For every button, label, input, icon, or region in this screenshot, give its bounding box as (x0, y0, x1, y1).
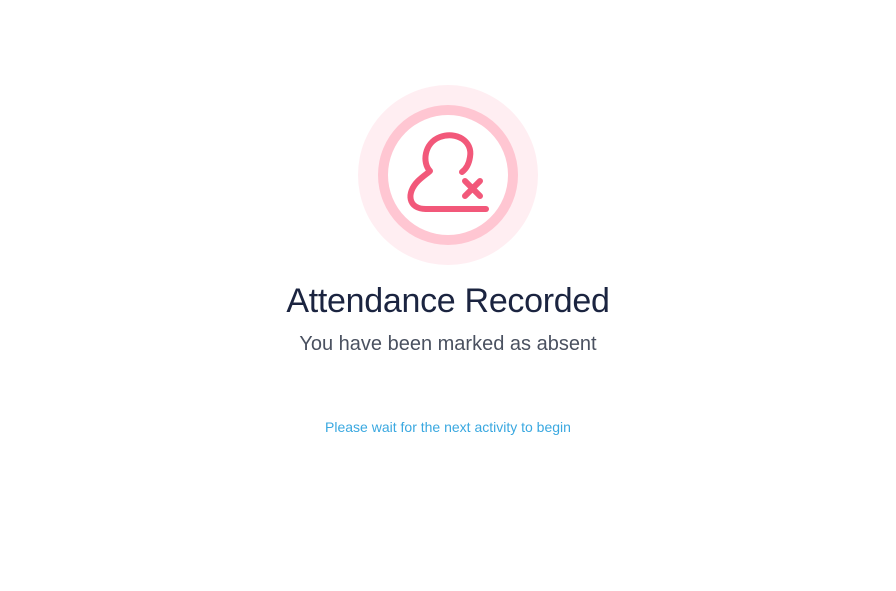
absent-status-badge (358, 85, 538, 265)
wait-message: Please wait for the next activity to beg… (325, 419, 571, 435)
user-absent-icon (358, 85, 538, 265)
attendance-status-page: Attendance Recorded You have been marked… (0, 0, 896, 591)
status-subtitle: You have been marked as absent (299, 333, 597, 355)
page-title: Attendance Recorded (286, 282, 610, 320)
